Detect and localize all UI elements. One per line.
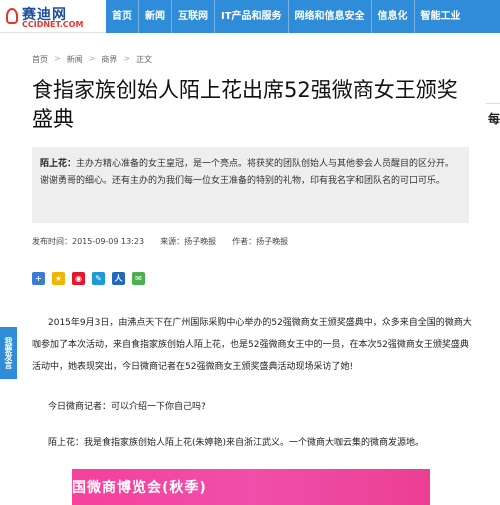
nav-item-internet[interactable]: 互联网 (171, 0, 214, 33)
top-nav-bar: 赛迪网 CCIDNET.COM 首页 新闻 互联网 IT产品和服务 网络和信息安… (0, 0, 500, 33)
article-title: 食指家族创始人陌上花出席52强微商女王颁奖盛典 (32, 78, 458, 131)
breadcrumb-separator: > (88, 54, 96, 63)
renren-icon[interactable]: 人 (112, 272, 125, 285)
plus-share-icon[interactable]: + (32, 272, 45, 285)
article-summary: 陌上花：主办方精心准备的女王皇冠，是一个亮点。将获奖的团队创始人与其他参会人员醒… (32, 147, 469, 223)
nav-item-informatization[interactable]: 信息化 (370, 0, 414, 33)
article-source: 来源：扬子晚报 (160, 237, 217, 246)
nav-item-smart-industry[interactable]: 智能工业 (413, 0, 467, 33)
breadcrumb-news[interactable]: 新闻 (67, 54, 83, 65)
nav-item-news[interactable]: 新闻 (138, 0, 171, 33)
share-bar: + ★ ◉ ✎ 人 ✉ (32, 272, 145, 285)
breadcrumb-home[interactable]: 首页 (32, 54, 48, 65)
publish-time: 发布时间：2015-09-09 13:23 (32, 237, 145, 246)
nav-item-security[interactable]: 网络和信息安全 (287, 0, 371, 33)
right-column-edge: 每 (486, 103, 500, 133)
main-nav: 首页 新闻 互联网 IT产品和服务 网络和信息安全 信息化 智能工业 (106, 0, 467, 33)
photo-banner-text: 国微商博览会(秋季) (72, 480, 207, 496)
site-logo[interactable]: 赛迪网 CCIDNET.COM (0, 0, 106, 33)
feedback-side-tab[interactable]: 我要发言 (0, 327, 17, 379)
summary-text: 主办方精心准备的女王皇冠，是一个亮点。将获奖的团队创始人与其他参会人员醒目的区分… (40, 159, 455, 186)
nav-item-it-products[interactable]: IT产品和服务 (214, 0, 288, 33)
article-meta: 发布时间：2015-09-09 13:23 来源：扬子晚报 作者：扬子晚报 (32, 236, 304, 247)
tencent-weibo-icon[interactable]: ✎ (92, 272, 105, 285)
breadcrumb-business[interactable]: 商界 (101, 54, 117, 65)
right-column-heading: 每 (488, 112, 500, 126)
breadcrumb: 首页 > 新闻 > 商界 > 正文 (32, 54, 152, 65)
qzone-icon[interactable]: ★ (52, 272, 65, 285)
logo-subtext: CCIDNET.COM (22, 20, 84, 29)
article-paragraph: 陌上花：我是食指家族创始人陌上花(朱婷艳)来自浙江武义。一个微商大咖云集的微商发… (48, 438, 425, 448)
article-author: 作者：扬子晚报 (232, 237, 289, 246)
summary-label: 陌上花： (40, 159, 77, 169)
article-paragraph: 2015年9月3日，由沸点天下在广州国际采购中心举办的52强微商女王颁奖盛典中，… (32, 318, 472, 372)
breadcrumb-current: 正文 (136, 55, 153, 64)
breadcrumb-separator: > (54, 54, 61, 63)
weibo-icon[interactable]: ◉ (72, 272, 85, 285)
side-tab-label: 我要发言 (4, 337, 13, 369)
breadcrumb-separator: > (123, 54, 131, 63)
article-paragraph: 今日微商记者：可以介绍一下你自己吗? (48, 402, 206, 412)
logo-mark-icon (6, 8, 18, 24)
nav-item-home[interactable]: 首页 (106, 0, 138, 33)
article-photo: 国微商博览会(秋季) (72, 469, 430, 505)
wechat-icon[interactable]: ✉ (132, 272, 145, 285)
